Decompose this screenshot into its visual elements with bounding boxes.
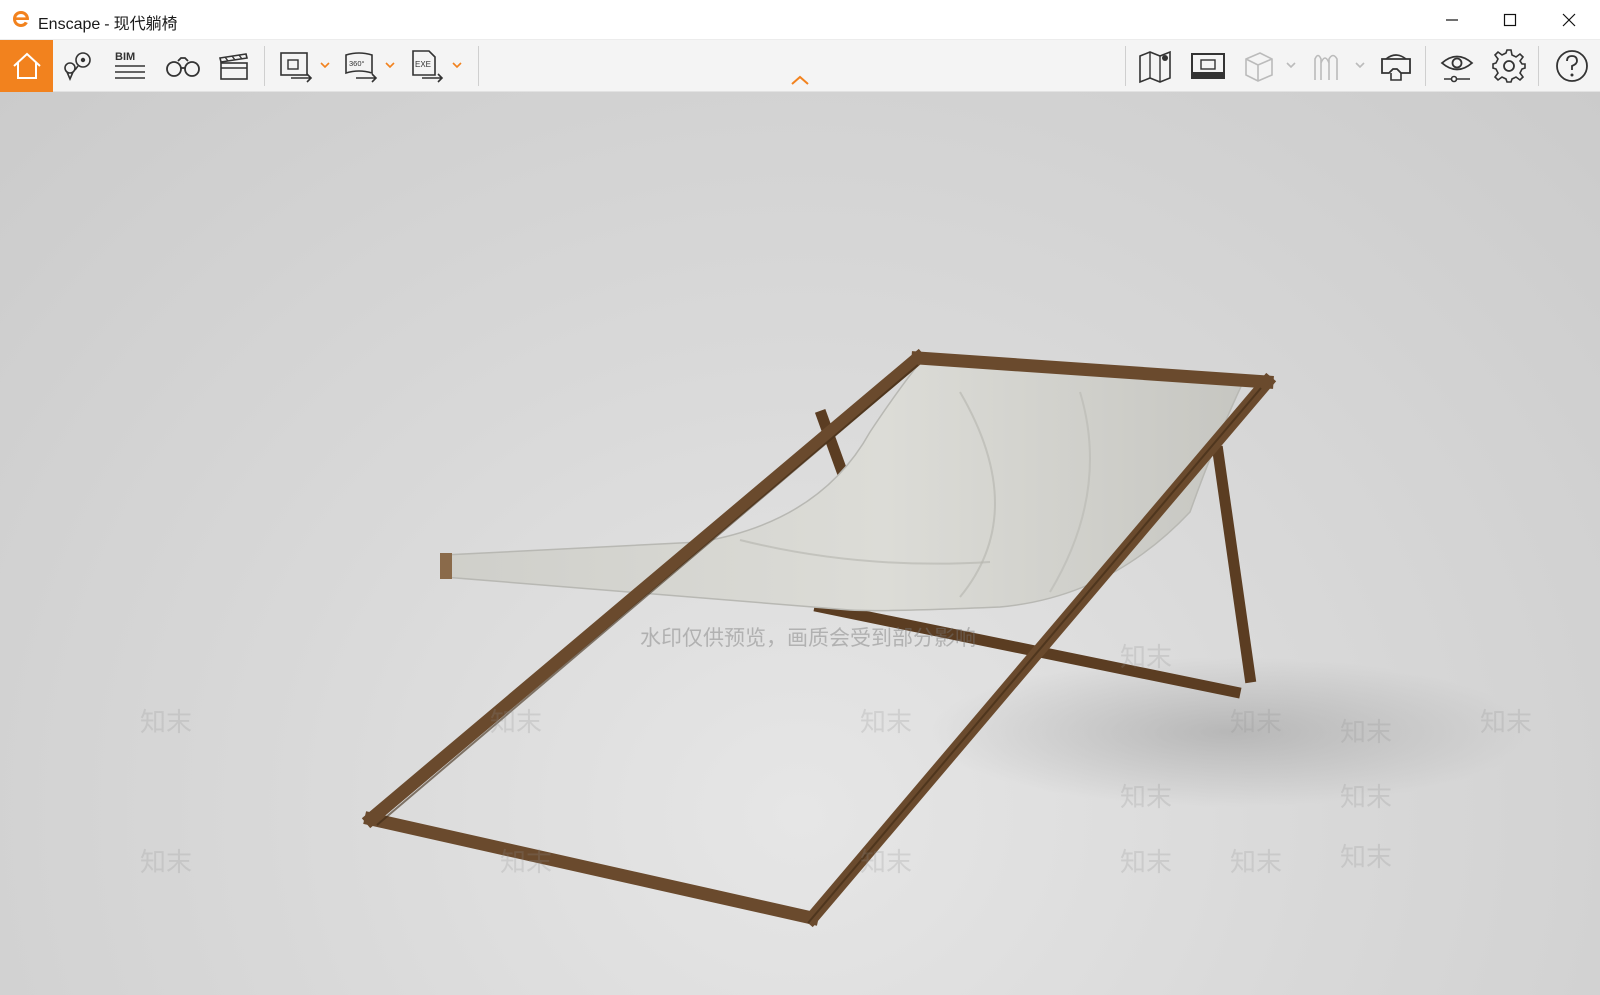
watermark-text: 知末: [860, 707, 913, 737]
minimize-button[interactable]: [1423, 0, 1481, 40]
watermark-text: 知末: [1120, 782, 1173, 812]
main-toolbar: BIM 360° EXE: [0, 40, 1600, 92]
settings-button[interactable]: [1487, 44, 1531, 88]
home-icon: [12, 52, 41, 79]
capture-icon: [1191, 53, 1225, 79]
vr-headset-icon: [1381, 54, 1411, 81]
chevron-up-icon: [791, 75, 809, 85]
title-bar: Enscape - 现代躺椅: [0, 0, 1600, 40]
panorama-options-dropdown[interactable]: [383, 58, 397, 72]
map-button[interactable]: [1134, 44, 1178, 88]
maximize-icon: [1503, 13, 1517, 27]
close-button[interactable]: [1540, 0, 1598, 40]
views-button[interactable]: [56, 44, 100, 88]
chevron-down-icon: [385, 62, 395, 69]
chevron-down-icon: [1355, 62, 1365, 69]
help-button[interactable]: [1550, 44, 1594, 88]
watermark-text: 知末: [500, 847, 553, 877]
canvas-seat: [443, 359, 1246, 612]
settings-icon: [1492, 49, 1526, 83]
watermark-text: 知末: [1230, 707, 1283, 737]
panorama-export-button[interactable]: 360°: [340, 44, 384, 88]
view-mode-button[interactable]: [1237, 44, 1281, 88]
chevron-down-icon: [320, 62, 330, 69]
vr-headset-button[interactable]: [1374, 44, 1418, 88]
capture-button[interactable]: [1186, 44, 1230, 88]
watermark-text: 知末: [1480, 707, 1533, 737]
help-icon: [1556, 50, 1588, 82]
watermark-text: 知末: [1230, 847, 1283, 877]
chevron-down-icon: [452, 62, 462, 69]
watermark-text: 知末: [140, 707, 193, 737]
render-viewport[interactable]: 水印仅供预览，画质会受到部分影响 知末 知末 知末 知末 知末 知末 知末 知末…: [0, 92, 1600, 995]
window-title: Enscape - 现代躺椅: [38, 10, 178, 34]
close-icon: [1562, 13, 1576, 27]
enscape-logo-icon: [13, 11, 29, 27]
front-rail-end: [440, 553, 452, 579]
screenshot-export-button[interactable]: [275, 44, 319, 88]
watermark-text: 知末: [490, 707, 543, 737]
asset-library-dropdown[interactable]: [1353, 58, 1367, 72]
asset-library-button[interactable]: [1305, 44, 1349, 88]
clapperboard-icon: [219, 53, 248, 80]
chevron-down-icon: [1286, 62, 1296, 69]
asset-library-icon: [1314, 54, 1338, 80]
watermark-text: 知末: [1340, 782, 1393, 812]
toolbar-divider: [478, 46, 479, 86]
toolbar-divider: [1125, 46, 1126, 86]
map-icon: [1139, 50, 1171, 84]
watermark-text: 知末: [1120, 847, 1173, 877]
panorama-label: 360°: [349, 59, 365, 68]
document-title: 现代躺椅: [113, 16, 178, 33]
exe-export-button[interactable]: EXE: [406, 44, 450, 88]
title-separator: -: [104, 16, 110, 33]
watermark-text: 知末: [140, 847, 193, 877]
toolbar-divider: [1538, 46, 1539, 86]
maximize-button[interactable]: [1481, 0, 1539, 40]
home-button[interactable]: [0, 40, 53, 92]
view-mode-dropdown[interactable]: [1284, 58, 1298, 72]
visual-settings-icon: [1440, 55, 1474, 83]
location-pin-icon: [64, 52, 91, 82]
bim-icon: BIM: [115, 51, 145, 79]
video-editor-button[interactable]: [212, 44, 256, 88]
exe-export-icon: EXE: [412, 50, 444, 83]
bim-button[interactable]: BIM: [108, 44, 152, 88]
watermark-banner: 水印仅供预览，画质会受到部分影响: [640, 627, 976, 650]
visual-settings-button[interactable]: [1435, 44, 1479, 88]
exe-label: EXE: [415, 60, 431, 69]
watermark-text: 知末: [1340, 717, 1393, 747]
watermark-text: 知末: [1120, 642, 1173, 672]
toolbar-divider: [1425, 46, 1426, 86]
app-name: Enscape: [38, 16, 101, 33]
toolbar-divider: [264, 46, 265, 86]
screenshot-export-icon: [280, 52, 313, 83]
binoculars-icon: [166, 57, 200, 77]
watermark-text: 知末: [1340, 842, 1393, 872]
cube-icon: [1245, 52, 1273, 82]
panorama-export-icon: 360°: [345, 52, 378, 83]
sites-button[interactable]: [161, 44, 205, 88]
minimize-icon: [1446, 19, 1458, 21]
watermark-text: 知末: [860, 847, 913, 877]
bim-label: BIM: [115, 51, 135, 63]
screenshot-options-dropdown[interactable]: [318, 58, 332, 72]
collapse-toolbar-button[interactable]: [788, 71, 812, 89]
exe-options-dropdown[interactable]: [450, 58, 464, 72]
